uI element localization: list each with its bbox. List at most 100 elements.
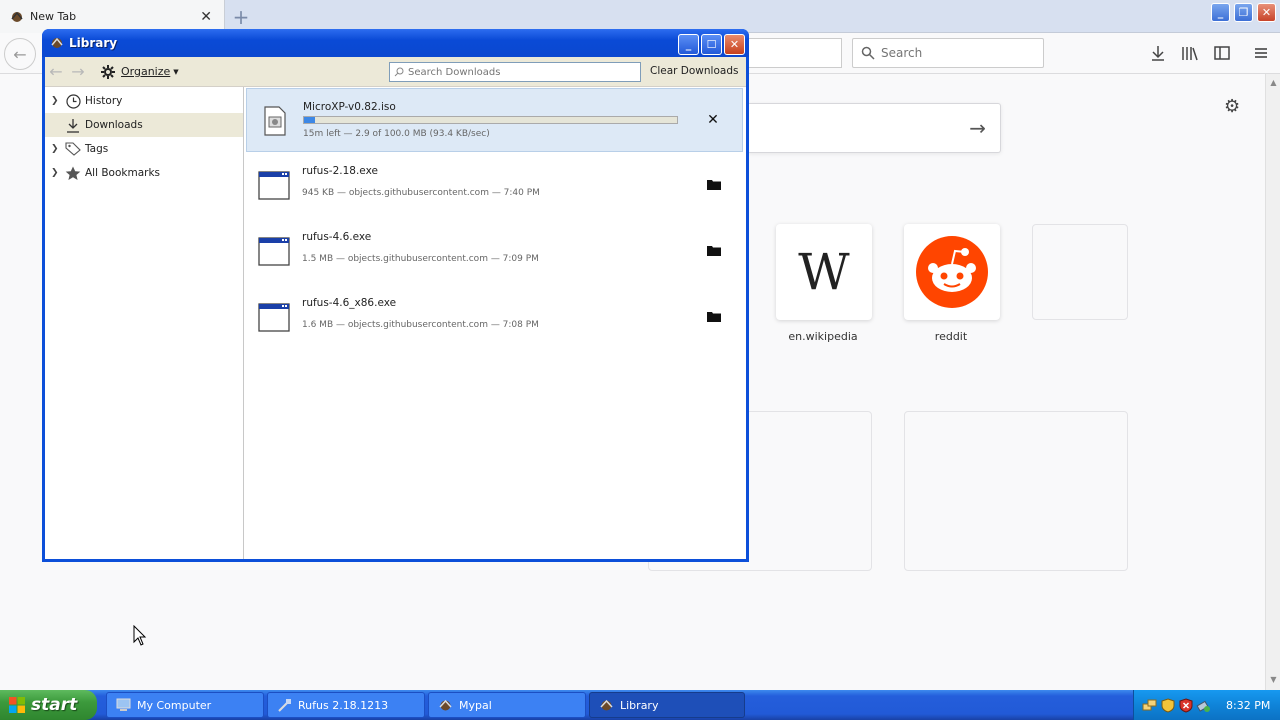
exe-file-icon [258, 171, 290, 200]
browser-restore-button[interactable]: ❐ [1234, 3, 1253, 22]
open-folder-icon[interactable] [705, 241, 723, 259]
task-label: My Computer [137, 698, 212, 712]
tree-item-label: All Bookmarks [85, 167, 161, 179]
mypal-icon [598, 697, 614, 713]
menu-icon[interactable] [1252, 44, 1270, 62]
taskbar-button-mypal[interactable]: Mypal [428, 692, 586, 718]
search-icon [861, 46, 875, 60]
mypal-icon [437, 697, 453, 713]
scroll-up-arrow-icon[interactable]: ▲ [1268, 78, 1279, 89]
back-button[interactable]: ← [4, 38, 36, 70]
library-title: Library [69, 36, 118, 50]
cancel-download-icon[interactable]: ✕ [704, 111, 722, 129]
tree-item-all-bookmarks[interactable]: ❯ All Bookmarks [45, 161, 243, 185]
start-button[interactable]: start [0, 690, 97, 720]
download-filename: rufus-4.6.exe [302, 231, 372, 243]
library-app-icon [51, 37, 63, 48]
topsite-tile-reddit[interactable] [904, 224, 1000, 320]
network-icon[interactable] [1142, 698, 1157, 713]
download-item[interactable]: rufus-4.6_x86.exe 1.6 MB — objects.githu… [246, 285, 743, 349]
scroll-down-arrow-icon[interactable]: ▼ [1268, 675, 1279, 686]
highlight-card-empty[interactable] [904, 411, 1128, 571]
search-bar[interactable] [852, 38, 1044, 68]
download-item[interactable]: rufus-4.6.exe 1.5 MB — objects.githubuse… [246, 219, 743, 283]
download-status: 945 KB — objects.githubusercontent.com —… [302, 188, 540, 198]
taskbar-button-rufus[interactable]: Rufus 2.18.1213 [267, 692, 425, 718]
tree-item-history[interactable]: ❯ History [45, 89, 243, 113]
search-input[interactable] [881, 46, 1031, 60]
clear-downloads-button[interactable]: Clear Downloads [650, 65, 738, 77]
start-label: start [31, 695, 78, 715]
reddit-logo-icon [916, 236, 988, 308]
newtab-search-box[interactable]: → [748, 103, 1001, 153]
iso-file-icon [264, 106, 286, 136]
downloads-list: MicroXP-v0.82.iso 15m left — 2.9 of 100.… [245, 87, 746, 559]
browser-close-button[interactable]: ✕ [1257, 3, 1276, 22]
tree-item-label: Tags [85, 143, 109, 155]
star-icon [65, 166, 81, 181]
library-icon[interactable] [1181, 44, 1199, 62]
tree-item-downloads[interactable]: Downloads [45, 113, 243, 137]
topsite-label: reddit [934, 330, 968, 343]
search-downloads-input[interactable] [408, 66, 628, 78]
security-alert-icon[interactable] [1178, 697, 1193, 713]
download-icon [65, 118, 81, 133]
library-minimize-button[interactable]: _ [678, 34, 699, 55]
tab-close-icon[interactable]: ✕ [200, 9, 212, 25]
expand-twisty-icon[interactable]: ❯ [51, 168, 61, 178]
tag-icon [65, 142, 81, 156]
organize-menu-button[interactable]: Organize ▼ [101, 64, 179, 79]
open-folder-icon[interactable] [705, 307, 723, 325]
tree-item-label: History [85, 95, 123, 107]
library-forward-arrow-icon[interactable]: → [67, 62, 89, 81]
new-tab-button[interactable]: + [229, 5, 253, 29]
windows-taskbar: start My Computer Rufus 2.18.1213 Mypal … [0, 690, 1280, 720]
library-maximize-button[interactable]: ☐ [701, 34, 722, 55]
arrow-right-icon[interactable]: → [969, 116, 986, 140]
topsite-tile-empty[interactable] [1032, 224, 1128, 320]
library-titlebar[interactable]: Library [42, 29, 749, 57]
page-scrollbar[interactable]: ▲ ▼ [1265, 74, 1280, 690]
expand-twisty-icon[interactable]: ❯ [51, 96, 61, 106]
library-close-button[interactable]: ✕ [724, 34, 745, 55]
usb-device-icon[interactable] [1196, 698, 1211, 713]
task-label: Mypal [459, 698, 492, 712]
exe-file-icon [258, 303, 290, 332]
download-status: 15m left — 2.9 of 100.0 MB (93.4 KB/sec) [303, 129, 490, 139]
open-folder-icon[interactable] [705, 175, 723, 193]
download-filename: rufus-4.6_x86.exe [302, 297, 397, 309]
exe-file-icon [258, 237, 290, 266]
sidebar-icon[interactable] [1213, 44, 1231, 62]
task-label: Library [620, 698, 659, 712]
taskbar-button-library[interactable]: Library [589, 692, 745, 718]
download-filename: MicroXP-v0.82.iso [303, 101, 396, 113]
download-status: 1.5 MB — objects.githubusercontent.com —… [302, 254, 539, 264]
windows-logo-icon [9, 697, 25, 713]
library-toolbar: ← → Organize ▼ Clear Downloads [45, 57, 746, 87]
search-downloads-box[interactable] [389, 62, 641, 82]
mypal-icon [11, 11, 23, 22]
computer-icon [115, 697, 131, 713]
gear-icon [101, 64, 115, 79]
taskbar-button-my-computer[interactable]: My Computer [106, 692, 264, 718]
download-progress-bar [303, 116, 678, 124]
download-item[interactable]: rufus-2.18.exe 945 KB — objects.githubus… [246, 153, 743, 217]
tree-item-tags[interactable]: ❯ Tags [45, 137, 243, 161]
clock-icon [65, 93, 81, 109]
rufus-icon [276, 697, 292, 713]
download-item[interactable]: MicroXP-v0.82.iso 15m left — 2.9 of 100.… [246, 88, 743, 152]
newtab-settings-gear-icon[interactable]: ⚙ [1224, 96, 1240, 117]
browser-minimize-button[interactable]: _ [1211, 3, 1230, 22]
task-label: Rufus 2.18.1213 [298, 698, 389, 712]
expand-twisty-icon[interactable]: ❯ [51, 144, 61, 154]
security-shield-icon[interactable] [1160, 697, 1175, 713]
dropdown-caret-icon: ▼ [173, 67, 179, 76]
library-tree: ❯ History Downloads ❯ Tags ❯ All Bookmar… [45, 87, 244, 559]
topsite-tile-wikipedia[interactable]: W [776, 224, 872, 320]
library-back-arrow-icon[interactable]: ← [45, 62, 67, 81]
organize-label: Organize [121, 65, 171, 78]
url-bar[interactable] [748, 38, 842, 68]
downloads-icon[interactable] [1149, 44, 1167, 62]
search-icon [394, 67, 404, 77]
download-filename: rufus-2.18.exe [302, 165, 378, 177]
